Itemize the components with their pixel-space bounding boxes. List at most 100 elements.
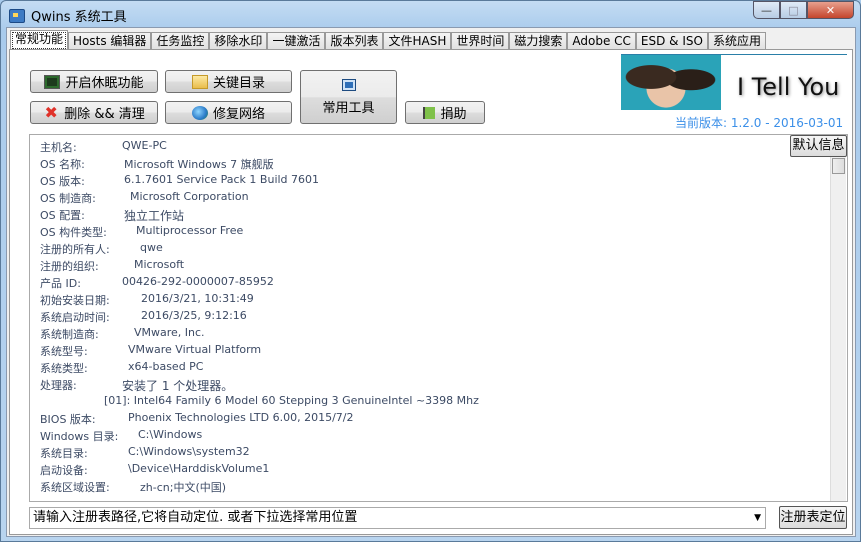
info-value: 独立工作站 bbox=[124, 209, 185, 223]
globe-icon bbox=[191, 105, 208, 120]
info-value: VMware, Inc. bbox=[134, 326, 205, 339]
registry-path-combobox[interactable]: 请输入注册表路径,它将自动定位. 或者下拉选择常用位置 ▼ bbox=[29, 507, 766, 529]
info-value: C:\Windows bbox=[138, 428, 203, 441]
button-label: 删除 && 清理 bbox=[64, 107, 145, 122]
info-row: 系统区域设置: zh-cn;中文(中国) bbox=[40, 479, 226, 496]
title-bar: Qwins 系统工具 bbox=[9, 6, 127, 25]
info-value: 00426-292-0000007-85952 bbox=[122, 275, 274, 288]
registry-path-placeholder: 请输入注册表路径,它将自动定位. 或者下拉选择常用位置 bbox=[33, 510, 358, 525]
info-label: 产品 ID: bbox=[40, 277, 81, 290]
tab-0[interactable]: 常规功能 bbox=[10, 30, 69, 51]
close-button[interactable]: ✕ bbox=[807, 1, 854, 19]
flag-icon bbox=[423, 106, 436, 119]
info-value: x64-based PC bbox=[128, 360, 204, 373]
info-row: 启动设备: \Device\HarddiskVolume1 bbox=[40, 462, 269, 479]
info-label: 处理器: bbox=[40, 379, 77, 392]
info-value: Microsoft bbox=[134, 258, 185, 271]
button-label: 开启休眠功能 bbox=[65, 76, 144, 91]
info-row: OS 制造商: Microsoft Corporation bbox=[40, 190, 249, 207]
info-label: 启动设备: bbox=[40, 464, 88, 477]
window-controls: — □ ✕ bbox=[753, 1, 854, 19]
logo-photo bbox=[621, 55, 721, 110]
info-label: Windows 目录: bbox=[40, 430, 119, 443]
info-value: \Device\HarddiskVolume1 bbox=[128, 462, 270, 475]
info-label: 系统目录: bbox=[40, 447, 88, 460]
info-value: C:\Windows\system32 bbox=[128, 445, 250, 458]
info-value: VMware Virtual Platform bbox=[128, 343, 262, 356]
info-value: 2016/3/25, 9:12:16 bbox=[141, 309, 247, 322]
info-label: 系统制造商: bbox=[40, 328, 99, 341]
window-app-icon bbox=[341, 78, 356, 91]
info-row: 注册的组织: Microsoft bbox=[40, 258, 184, 275]
monitor-icon bbox=[44, 74, 61, 89]
info-label: 初始安装日期: bbox=[40, 294, 110, 307]
info-label: BIOS 版本: bbox=[40, 413, 96, 426]
system-info-box: 系统区域设置: zh-cn;中文(中国) 启动设备: \Device\Harddisk… bbox=[29, 134, 848, 502]
logo-banner: I Tell You bbox=[621, 54, 847, 110]
info-value: Phoenix Technologies LTD 6.00, 2015/7/2 bbox=[128, 411, 354, 424]
button-label: 修复网络 bbox=[212, 107, 265, 122]
info-value: qwe bbox=[140, 241, 163, 254]
info-value: 安装了 1 个处理器。 bbox=[122, 379, 234, 393]
info-label: OS 构件类型: bbox=[40, 226, 107, 239]
button-label: 关键目录 bbox=[212, 76, 265, 91]
info-row: 产品 ID: 00426-292-0000007-85952 bbox=[40, 275, 274, 292]
info-row: 系统目录: C:\Windows\system32 bbox=[40, 445, 250, 462]
dropdown-arrow-icon[interactable]: ▼ bbox=[754, 508, 761, 528]
maximize-button[interactable]: □ bbox=[780, 1, 807, 19]
info-label: 注册的所有人: bbox=[40, 243, 110, 256]
info-label: 系统区域设置: bbox=[40, 481, 110, 494]
info-row: OS 名称: Microsoft Windows 7 旗舰版 bbox=[40, 156, 274, 173]
info-label: OS 版本: bbox=[40, 175, 85, 188]
info-value: Multiprocessor Free bbox=[136, 224, 244, 237]
info-row: OS 版本: 6.1.7601 Service Pack 1 Build 7601 bbox=[40, 173, 319, 190]
scrollbar-thumb[interactable] bbox=[832, 158, 845, 174]
info-label: OS 制造商: bbox=[40, 192, 96, 205]
vertical-scrollbar[interactable] bbox=[830, 157, 846, 501]
info-value: QWE-PC bbox=[122, 139, 167, 152]
button-label: 常用工具 bbox=[322, 100, 375, 116]
version-label: 当前版本: 1.2.0 - 2016-03-01 bbox=[675, 116, 844, 130]
info-row: 系统型号: VMware Virtual Platform bbox=[40, 343, 261, 360]
info-value: zh-cn;中文(中国) bbox=[140, 481, 227, 494]
info-label: 系统启动时间: bbox=[40, 311, 110, 324]
tab-strip: 常规功能 Hosts 编辑器 任务监控 移除水印 一键激活 版本列表 文件HASH 世界时间磁… bbox=[10, 30, 766, 51]
tab-panel-general: 开启休眠功能 关键目录 ✖ 删除 && 清理 修复网络 常用工具 捐助 I Tel… bbox=[9, 49, 853, 535]
info-row: 主机名: QWE-PC bbox=[40, 139, 167, 156]
info-value: [01]: Intel64 Family 6 Model 60 Stepping… bbox=[104, 394, 479, 407]
info-label: 注册的组织: bbox=[40, 260, 99, 273]
info-row: 系统启动时间: 2016/3/25, 9:12:16 bbox=[40, 309, 247, 326]
repair-network-button[interactable]: 修复网络 bbox=[165, 101, 292, 124]
info-row: 系统类型: x64-based PC bbox=[40, 360, 204, 377]
delete-clean-button[interactable]: ✖ 删除 && 清理 bbox=[30, 101, 158, 124]
minimize-button[interactable]: — bbox=[753, 1, 780, 19]
registry-locate-button[interactable]: 注册表定位 bbox=[779, 506, 847, 529]
info-row: BIOS 版本: Phoenix Technologies LTD 6.00, 2… bbox=[40, 411, 353, 428]
info-label: 系统型号: bbox=[40, 345, 88, 358]
info-value: Microsoft Windows 7 旗舰版 bbox=[124, 158, 274, 171]
donate-button[interactable]: 捐助 bbox=[405, 101, 485, 124]
info-value: 6.1.7601 Service Pack 1 Build 7601 bbox=[124, 173, 320, 186]
client-area: 常规功能 Hosts 编辑器 任务监控 移除水印 一键激活 版本列表 文件HASH 世界时间磁… bbox=[6, 27, 856, 537]
info-row: 处理器: 安装了 1 个处理器。 bbox=[40, 377, 233, 394]
delete-x-icon: ✖ bbox=[44, 102, 58, 122]
info-row: 初始安装日期: 2016/3/21, 10:31:49 bbox=[40, 292, 254, 309]
info-label: 主机名: bbox=[40, 141, 77, 154]
window-title: Qwins 系统工具 bbox=[31, 10, 127, 25]
key-directories-button[interactable]: 关键目录 bbox=[165, 70, 292, 93]
enable-hibernate-button[interactable]: 开启休眠功能 bbox=[30, 70, 158, 93]
info-row: OS 配置: 独立工作站 bbox=[40, 207, 184, 224]
logo-text: I Tell You bbox=[737, 73, 840, 101]
info-label: 系统类型: bbox=[40, 362, 88, 375]
app-icon bbox=[9, 8, 25, 23]
folder-icon bbox=[191, 74, 208, 89]
info-label: OS 配置: bbox=[40, 209, 85, 222]
info-row: Windows 目录: C:\Windows bbox=[40, 428, 202, 445]
info-value: 2016/3/21, 10:31:49 bbox=[141, 292, 254, 305]
info-value: Microsoft Corporation bbox=[130, 190, 249, 203]
default-info-button[interactable]: 默认信息 bbox=[790, 135, 847, 157]
common-tools-button[interactable]: 常用工具 bbox=[300, 70, 397, 124]
info-row: OS 构件类型: Multiprocessor Free bbox=[40, 224, 243, 241]
info-label: OS 名称: bbox=[40, 158, 85, 171]
app-window: Qwins 系统工具 — □ ✕ 常规功能 Hosts 编辑器 任务监控 移除水印 一键… bbox=[0, 0, 861, 542]
